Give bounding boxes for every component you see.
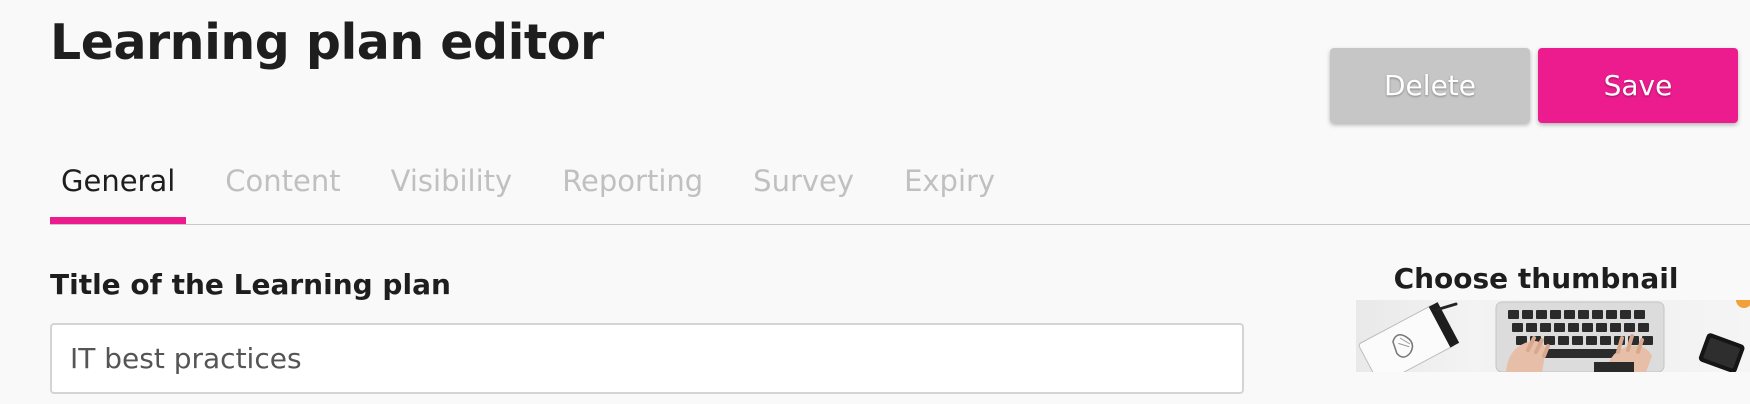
save-button[interactable]: Save — [1538, 48, 1738, 123]
tab-expiry[interactable]: Expiry — [893, 150, 1006, 224]
tab-reporting[interactable]: Reporting — [551, 150, 714, 224]
laptop-photo-icon — [1358, 300, 1750, 372]
thumbnail-label: Choose thumbnail — [1393, 262, 1679, 295]
tabs-divider — [50, 224, 1750, 225]
title-field-label: Title of the Learning plan — [50, 268, 451, 301]
tab-general[interactable]: General — [50, 150, 187, 224]
tab-bar: General Content Visibility Reporting Sur… — [50, 150, 1034, 224]
thumbnail-image[interactable] — [1356, 300, 1750, 372]
delete-button[interactable]: Delete — [1330, 48, 1530, 123]
title-input[interactable] — [50, 323, 1244, 394]
tab-survey[interactable]: Survey — [742, 150, 865, 224]
tab-content[interactable]: Content — [214, 150, 351, 224]
tab-visibility[interactable]: Visibility — [380, 150, 524, 224]
page-title: Learning plan editor — [50, 14, 604, 71]
